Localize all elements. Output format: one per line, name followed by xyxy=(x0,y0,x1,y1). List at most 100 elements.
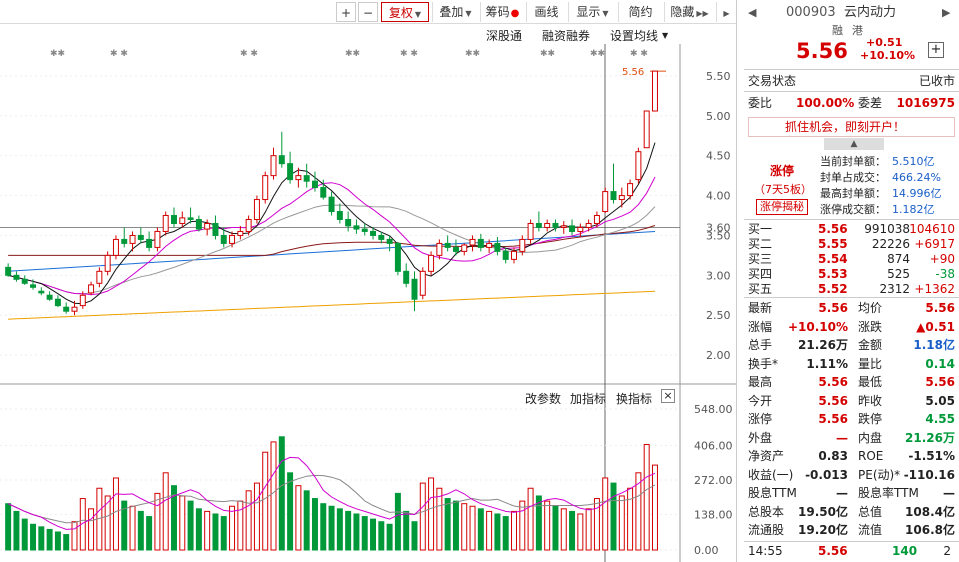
candle-body xyxy=(54,298,61,307)
candle-body xyxy=(411,278,418,300)
toolbar-more-button[interactable]: ▶ xyxy=(716,2,734,22)
volume-bar xyxy=(353,513,360,551)
tick-row: 14:55 5.56 140 2 xyxy=(748,543,955,560)
bid-row[interactable]: 买四 5.53 525 -38 xyxy=(748,267,955,282)
junxian-link[interactable]: 设置均线 xyxy=(610,27,658,44)
stock-header: ◀ 000903 云内动力 ▶ xyxy=(748,4,955,24)
candle-body xyxy=(146,238,153,248)
candle-body xyxy=(345,218,352,227)
stat-value: -1.51% xyxy=(908,449,955,463)
jianyue-button[interactable]: 简约 xyxy=(618,2,662,22)
stat-label: 总手 xyxy=(748,338,773,352)
huaxian-button[interactable]: 画线 xyxy=(526,2,566,22)
divider xyxy=(744,91,959,92)
kline-chart[interactable]: 5.505.004.504.003.603.503.002.502.00✱✱ ✱ … xyxy=(0,44,736,562)
stat-value: 0.83 xyxy=(818,449,848,463)
shengutong-link[interactable]: 深股通 xyxy=(486,27,522,44)
fd-value-3: 14.996亿 xyxy=(892,187,942,200)
bid-price: 5.56 xyxy=(818,222,848,236)
volume-bar xyxy=(30,523,37,551)
candle-body xyxy=(527,222,534,240)
price-tick-label: 4.50 xyxy=(706,150,731,163)
candle-body xyxy=(635,151,642,181)
volume-bar xyxy=(253,482,260,551)
chevron-down-icon: ▼ xyxy=(602,9,609,18)
stat-label: 涨幅 xyxy=(748,319,773,334)
diejia-button[interactable]: 叠加 ▼ xyxy=(432,2,478,22)
bid-price: 5.54 xyxy=(818,252,848,266)
volume-bar xyxy=(112,477,119,551)
stat-row: 股息TTM — 股息率TTM — xyxy=(748,485,955,502)
stat-label: 均价 xyxy=(858,301,883,315)
candle-body xyxy=(63,306,70,312)
volume-bar xyxy=(311,498,318,551)
swap-indicator-link[interactable]: 换指标 xyxy=(616,390,652,407)
bid-row[interactable]: 买二 5.55 22226 +6917 xyxy=(748,237,955,252)
chouma-button[interactable]: 筹码● xyxy=(480,2,524,22)
bid-price: 5.52 xyxy=(818,282,848,296)
add-watchlist-icon[interactable]: + xyxy=(928,42,944,58)
candle-body xyxy=(361,228,368,232)
fd-label-2: 封单占成交： xyxy=(820,171,886,184)
volume-bar xyxy=(262,451,269,551)
volume-bar xyxy=(220,516,227,551)
close-icon[interactable]: × xyxy=(661,389,675,403)
bid-change: 104610 xyxy=(909,222,955,236)
volume-bar xyxy=(336,508,343,551)
zoom-in-button[interactable]: + xyxy=(336,2,356,22)
candle-body xyxy=(452,246,459,252)
limit-up-secret-button[interactable]: 涨停揭秘 xyxy=(756,199,808,215)
stat-row: 总股本 19.50亿 总值 108.4亿 xyxy=(748,504,955,521)
bid-row[interactable]: 买一 5.56 991038 104610 xyxy=(748,222,955,237)
price-change: +0.51 xyxy=(866,36,903,49)
volume-bar xyxy=(411,521,418,551)
stat-label: 换手* xyxy=(748,356,779,371)
volume-bar xyxy=(270,441,277,551)
bid-row[interactable]: 买五 5.52 2312 +1362 xyxy=(748,282,955,297)
stat-label: 流通股 xyxy=(748,523,785,537)
yincang-button[interactable]: 隐藏 ▶▶ xyxy=(664,2,714,22)
candle-body xyxy=(71,306,78,312)
promo-banner[interactable]: 抓住机会，即刻开户！ xyxy=(748,117,955,137)
bid-row[interactable]: 买三 5.54 874 +90 xyxy=(748,252,955,267)
volume-bar xyxy=(378,521,385,551)
fd-label-4: 涨停成交额： xyxy=(820,203,886,216)
candle-body xyxy=(245,218,252,232)
chevron-up-icon[interactable]: ▲ xyxy=(824,138,884,150)
volume-bar xyxy=(627,487,634,551)
add-indicator-link[interactable]: 加指标 xyxy=(570,390,606,407)
candle-body xyxy=(403,270,410,284)
promo-text: 抓住机会，即刻开户！ xyxy=(785,120,906,134)
volume-bar xyxy=(577,513,584,551)
volume-bar xyxy=(452,500,459,551)
change-params-link[interactable]: 改参数 xyxy=(525,390,561,407)
volume-bar xyxy=(146,516,153,551)
tag-gang: 港 xyxy=(852,24,863,37)
candle-body xyxy=(278,155,285,165)
stat-label: 最新 xyxy=(748,301,773,315)
prev-stock-icon[interactable]: ◀ xyxy=(748,4,756,21)
stat-row: 换手* 1.11% 量比 0.14 xyxy=(748,356,955,373)
bid-price: 5.55 xyxy=(818,237,848,251)
volume-bar xyxy=(552,505,559,551)
stat-label: 昨收 xyxy=(858,393,883,408)
chart-area[interactable]: + − 复权 ▼ 叠加 ▼ 筹码● 画线 显示 ▼ 简约 隐藏 ▶▶ ▶ 深股通 融资融… xyxy=(0,0,736,562)
candle-body xyxy=(386,238,393,244)
candle-body xyxy=(486,242,493,248)
zoom-out-button[interactable]: − xyxy=(358,2,378,22)
stat-value: 1.11% xyxy=(806,356,848,371)
fuquan-button[interactable]: 复权 ▼ xyxy=(381,2,429,22)
next-stock-icon[interactable]: ▶ xyxy=(942,4,950,21)
price-tick-label: 3.50 xyxy=(706,229,731,242)
limit-up-block: 涨停 （7天5板） 涨停揭秘 当前封单额： 5.510亿 封单占成交： 466.… xyxy=(748,153,955,219)
volume-bar xyxy=(436,487,443,551)
xianshi-button[interactable]: 显示 ▼ xyxy=(568,2,616,22)
candle-body xyxy=(237,230,244,236)
candle-body xyxy=(179,217,186,224)
candle-body xyxy=(618,195,625,201)
rongzi-link[interactable]: 融资融券 xyxy=(542,27,590,44)
volume-bar xyxy=(386,523,393,551)
trade-status-label: 交易状态 xyxy=(748,74,797,88)
candle-body xyxy=(602,191,609,213)
weicha-label: 委差 xyxy=(858,96,883,110)
